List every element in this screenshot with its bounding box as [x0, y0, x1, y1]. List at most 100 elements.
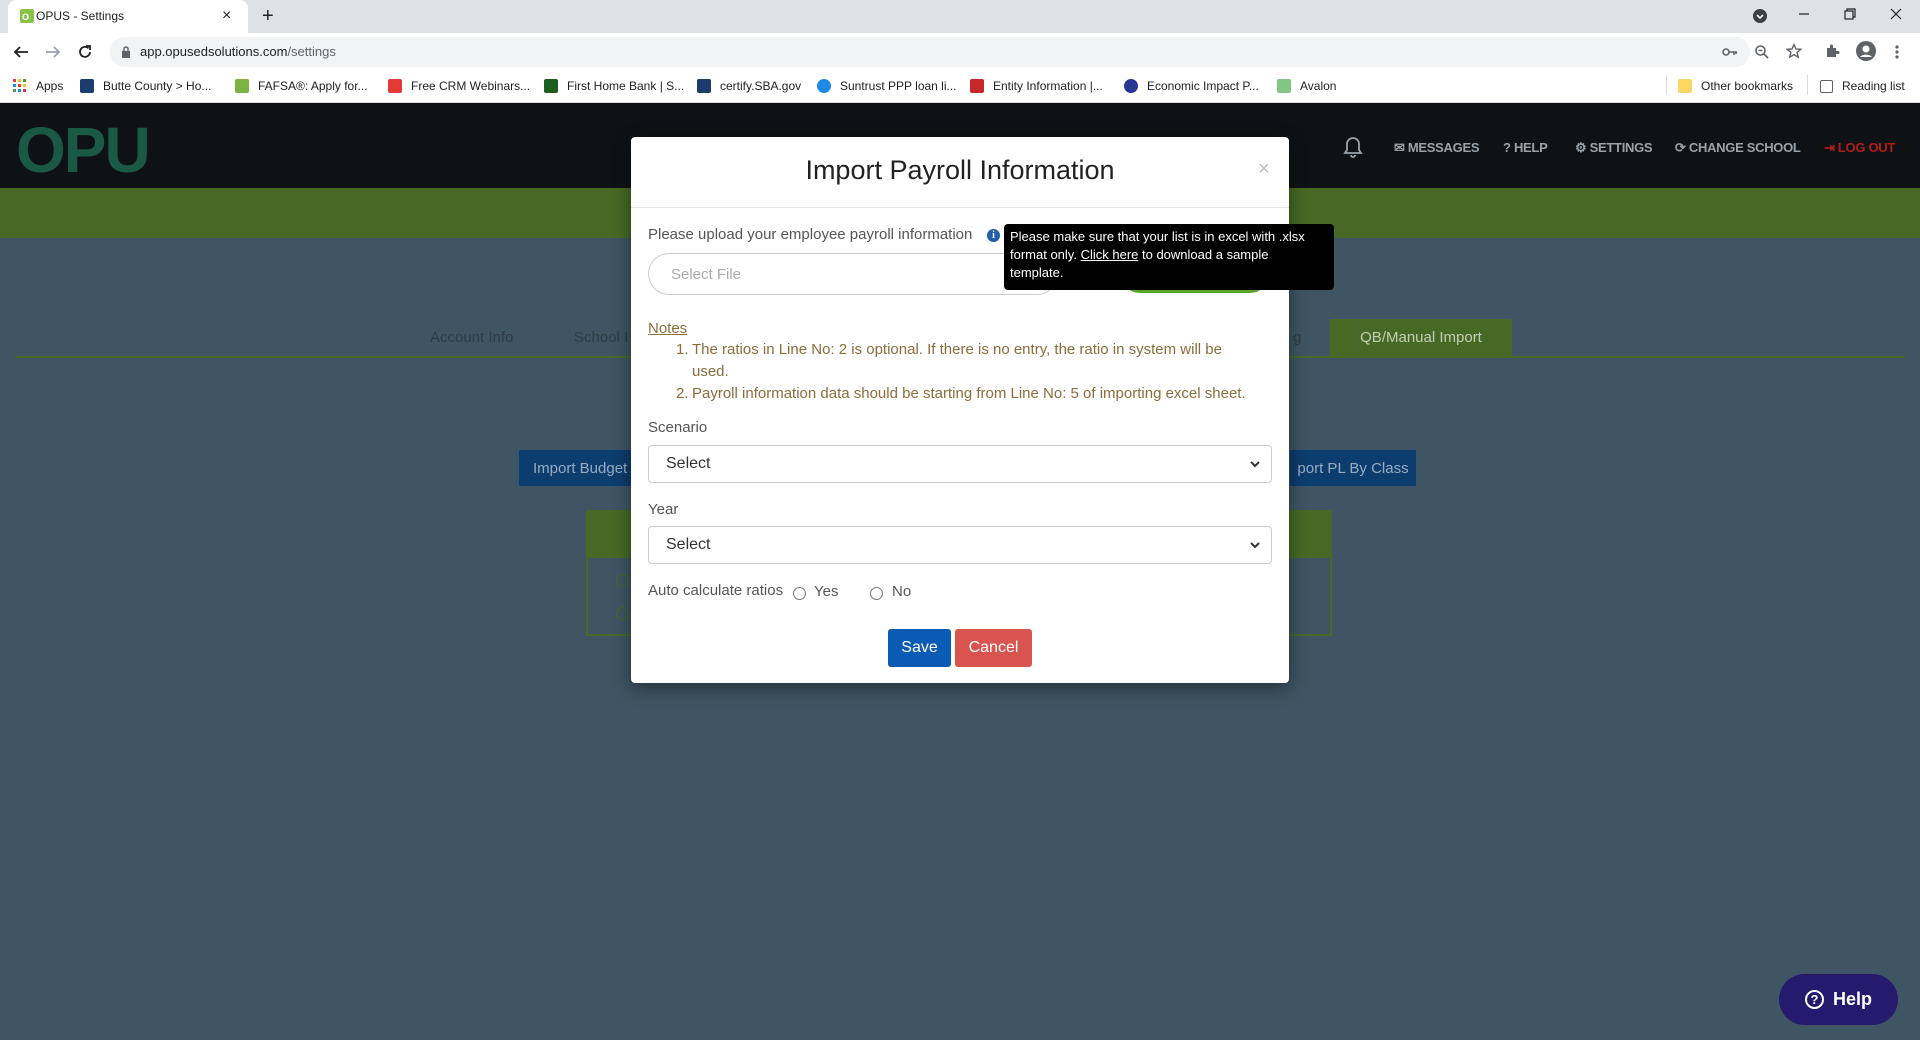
- save-button[interactable]: Save: [888, 629, 951, 667]
- bookmark-apps[interactable]: Apps: [13, 76, 63, 96]
- scenario-select-value: Select: [666, 455, 711, 472]
- bookmark-favicon-icon: [697, 79, 711, 93]
- gear-icon: ⚙: [1575, 140, 1587, 155]
- bookmark-item[interactable]: First Home Bank | S...: [544, 76, 684, 96]
- note-1-number: 1.: [676, 341, 689, 358]
- cancel-button[interactable]: Cancel: [955, 629, 1032, 667]
- bookmark-favicon-icon: [80, 79, 94, 93]
- bookmark-item[interactable]: Butte County > Ho...: [80, 76, 211, 96]
- profile-menu-icon[interactable]: [1752, 8, 1768, 24]
- star-icon[interactable]: [1786, 43, 1802, 59]
- bookmark-favicon-icon: [970, 79, 984, 93]
- bookmark-label: Apps: [36, 79, 64, 93]
- url-text[interactable]: app.opusedsolutions.com/settings: [140, 44, 336, 59]
- opus-logo[interactable]: OPUS: [16, 112, 148, 178]
- tab-school-info[interactable]: School I: [574, 329, 628, 346]
- tooltip-line-3: template.: [1010, 265, 1064, 280]
- question-circle-icon: ?: [1804, 990, 1824, 1009]
- bookmark-label: Entity Information |...: [993, 79, 1103, 93]
- url-path: /settings: [287, 44, 336, 59]
- note-1-line-1: The ratios in Line No: 2 is optional. If…: [692, 341, 1222, 358]
- zoom-icon[interactable]: [1754, 44, 1770, 60]
- bookmarks-divider: [1666, 75, 1667, 95]
- reading-list-icon: [1820, 79, 1833, 93]
- new-tab-icon[interactable]: +: [262, 5, 274, 27]
- year-select[interactable]: Select: [648, 526, 1272, 564]
- reload-icon[interactable]: [76, 43, 94, 61]
- extensions-icon[interactable]: [1824, 43, 1840, 59]
- nav-logout-label: LOG OUT: [1837, 140, 1896, 155]
- bookmark-label: Suntrust PPP loan li...: [840, 79, 957, 93]
- tooltip-line-1: Please make sure that your list is in ex…: [1010, 229, 1305, 244]
- bookmark-item[interactable]: Free CRM Webinars...: [388, 76, 530, 96]
- reading-list[interactable]: Reading list: [1820, 76, 1905, 96]
- modal-divider: [631, 207, 1289, 208]
- tab-close-icon[interactable]: ×: [222, 6, 231, 26]
- nav-settings[interactable]: ⚙ SETTINGS: [1575, 140, 1653, 156]
- bookmark-favicon-icon: [1124, 79, 1138, 93]
- notification-bell-icon[interactable]: [1342, 135, 1364, 159]
- lock-icon[interactable]: [120, 45, 132, 59]
- bookmark-label: Butte County > Ho...: [103, 79, 212, 93]
- bookmark-item[interactable]: Entity Information |...: [970, 76, 1103, 96]
- info-icon[interactable]: i: [987, 229, 1000, 242]
- bookmark-item[interactable]: FAFSA®: Apply for...: [235, 76, 368, 96]
- browser-menu-icon[interactable]: [1895, 44, 1899, 60]
- url-host: app.opusedsolutions.com: [140, 44, 288, 59]
- scenario-label: Scenario: [648, 419, 708, 436]
- opus-favicon-icon: O: [20, 9, 34, 23]
- nav-help[interactable]: ? HELP: [1503, 140, 1548, 155]
- background-radio-2[interactable]: [616, 607, 629, 620]
- tab-qb-manual-import[interactable]: QB/Manual Import: [1330, 319, 1512, 356]
- tab-partial[interactable]: g: [1293, 329, 1301, 346]
- minimize-icon[interactable]: [1797, 7, 1811, 21]
- nav-messages[interactable]: ✉ MESSAGES: [1394, 140, 1480, 156]
- bookmark-label: Economic Impact P...: [1147, 79, 1259, 93]
- download-template-link[interactable]: Click here: [1081, 247, 1139, 262]
- account-avatar-icon[interactable]: [1856, 41, 1876, 61]
- restore-icon[interactable]: [1843, 7, 1857, 21]
- apps-grid-icon: [13, 79, 27, 93]
- nav-change-school[interactable]: ⟳ CHANGE SCHOOL: [1675, 140, 1801, 156]
- import-pl-by-class-button[interactable]: port PL By Class: [1290, 450, 1416, 486]
- note-2-line-1: Payroll information data should be start…: [692, 385, 1246, 402]
- window-close-icon[interactable]: [1889, 7, 1903, 21]
- bookmark-favicon-icon: [388, 79, 402, 93]
- back-icon[interactable]: [12, 44, 30, 60]
- chevron-down-icon: [1249, 539, 1261, 551]
- omnibox[interactable]: [110, 37, 1750, 67]
- other-bookmarks[interactable]: Other bookmarks: [1678, 76, 1793, 96]
- scenario-select[interactable]: Select: [648, 445, 1272, 483]
- auto-calc-no-label: No: [892, 583, 912, 600]
- bookmark-favicon-icon: [544, 79, 558, 93]
- bookmark-item[interactable]: Economic Impact P...: [1124, 76, 1259, 96]
- bookmark-favicon-icon: [235, 79, 249, 93]
- import-payroll-modal: [631, 137, 1289, 683]
- reading-list-label: Reading list: [1842, 79, 1905, 93]
- template-tooltip: Please make sure that your list is in ex…: [1004, 224, 1334, 290]
- auto-calc-yes-radio[interactable]: [793, 587, 806, 600]
- bookmark-item[interactable]: Suntrust PPP loan li...: [817, 76, 957, 96]
- bookmark-label: Free CRM Webinars...: [411, 79, 531, 93]
- year-label: Year: [648, 501, 679, 518]
- tooltip-line-2-pre: format only.: [1010, 247, 1077, 262]
- bookmark-item[interactable]: certify.SBA.gov: [697, 76, 801, 96]
- bookmark-label: First Home Bank | S...: [567, 79, 685, 93]
- bookmark-item[interactable]: Avalon: [1277, 76, 1336, 96]
- help-fab-button[interactable]: ? Help: [1779, 974, 1898, 1025]
- nav-help-label: HELP: [1513, 140, 1548, 155]
- nav-logout[interactable]: ⇥ LOG OUT: [1824, 140, 1895, 156]
- notes-heading: Notes: [648, 320, 688, 337]
- key-icon[interactable]: [1722, 45, 1738, 59]
- modal-close-icon[interactable]: ×: [1258, 158, 1270, 181]
- forward-icon[interactable]: [44, 44, 62, 60]
- bookmark-favicon-icon: [1277, 79, 1291, 93]
- auto-calc-label: Auto calculate ratios: [648, 582, 784, 599]
- background-radio-1[interactable]: [616, 574, 629, 587]
- other-bookmarks-label: Other bookmarks: [1701, 79, 1794, 93]
- tab-account-info[interactable]: Account Info: [430, 329, 513, 346]
- bookmark-label: Avalon: [1300, 79, 1337, 93]
- tooltip-line-2: format only. Click here to download a sa…: [1010, 246, 1328, 264]
- file-input[interactable]: Select File: [648, 253, 1058, 295]
- auto-calc-no-radio[interactable]: [870, 587, 883, 600]
